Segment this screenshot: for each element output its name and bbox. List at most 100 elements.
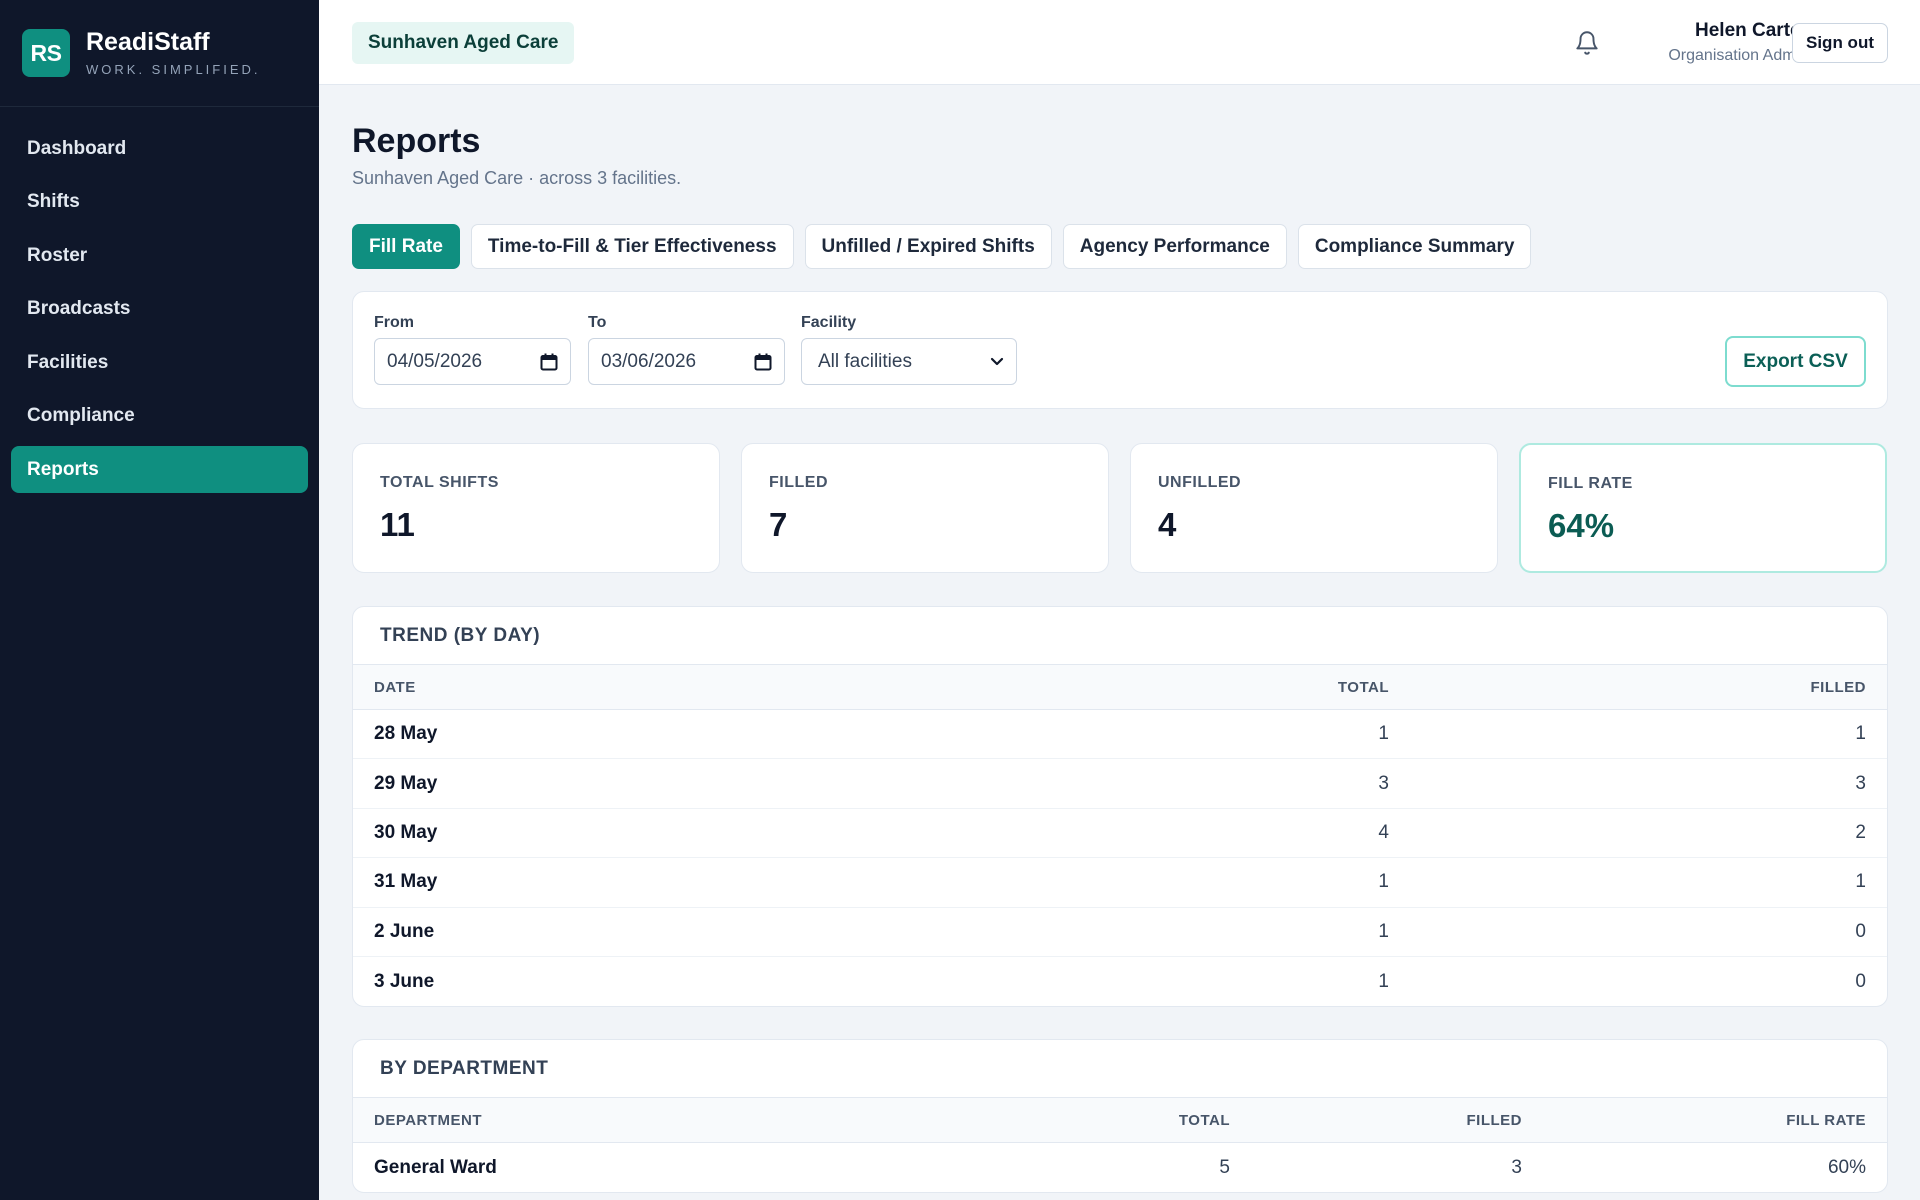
table-row: 31 May 1 1 — [353, 858, 1887, 908]
sidebar-item-roster[interactable]: Roster — [11, 232, 308, 279]
export-csv-button[interactable]: Export CSV — [1725, 336, 1866, 387]
stat-card-filled: FILLED 7 — [741, 443, 1109, 573]
cell-date: 29 May — [374, 772, 438, 794]
column-header-total[interactable]: TOTAL — [889, 679, 1389, 696]
sidebar-item-facilities[interactable]: Facilities — [11, 339, 308, 386]
sidebar-item-reports[interactable]: Reports — [11, 446, 308, 493]
cell-date: 30 May — [374, 821, 438, 843]
table-row: 2 June 1 0 — [353, 908, 1887, 957]
cell-date: 2 June — [374, 920, 435, 942]
tab-compliance-summary[interactable]: Compliance Summary — [1297, 224, 1532, 269]
chevron-down-icon — [990, 357, 1004, 365]
facility-label: Facility — [801, 314, 857, 331]
trend-table-card: TREND (BY DAY) DATE TOTAL FILLED 28 May … — [352, 606, 1888, 1008]
cell-filled: 3 — [1511, 1156, 1522, 1178]
calendar-icon[interactable] — [540, 353, 558, 371]
cell-filled: 0 — [1855, 970, 1866, 992]
stat-value: 64% — [1548, 507, 1615, 544]
cell-filled: 2 — [1855, 821, 1866, 843]
cell-filled: 1 — [1855, 871, 1866, 893]
sidebar: RS ReadiStaff WORK. SIMPLIFIED. Dashboar… — [0, 0, 319, 1200]
user-info: Helen Carter Organisation Admin — [1668, 20, 1808, 65]
page-subtitle: Sunhaven Aged Care · across 3 facilities… — [352, 168, 682, 188]
sidebar-item-broadcasts[interactable]: Broadcasts — [11, 286, 308, 333]
calendar-icon[interactable] — [754, 353, 772, 371]
tab-fill-rate[interactable]: Fill Rate — [352, 224, 460, 269]
stat-label: UNFILLED — [1158, 474, 1242, 491]
cell-total: 1 — [1378, 920, 1389, 942]
brand-name: ReadiStaff — [86, 28, 210, 57]
facility-field: Facility All facilities — [801, 314, 1017, 385]
table-row: 28 May 1 1 — [353, 710, 1887, 760]
to-label: To — [588, 314, 607, 331]
sidebar-item-shifts[interactable]: Shifts — [11, 179, 308, 226]
brand-tagline: WORK. SIMPLIFIED. — [86, 61, 261, 77]
cell-total: 1 — [1378, 723, 1389, 745]
column-header-date[interactable]: DATE — [353, 679, 889, 696]
from-label: From — [374, 314, 414, 331]
user-role: Organisation Admin — [1668, 47, 1808, 64]
stats-row: TOTAL SHIFTS 11 FILLED 7 UNFILLED 4 FILL… — [352, 443, 1887, 573]
brand-logo[interactable]: RS — [22, 29, 70, 77]
sidebar-item-dashboard[interactable]: Dashboard — [11, 125, 308, 172]
report-tabs: Fill Rate Time-to-Fill & Tier Effectiven… — [352, 224, 1532, 269]
filter-panel: From 04/05/2026 To 03/06/2026 Facility A… — [352, 291, 1888, 409]
stat-value: 4 — [1158, 506, 1177, 543]
cell-total: 1 — [1378, 970, 1389, 992]
column-header-filled[interactable]: FILLED — [1389, 679, 1887, 696]
column-header-fill-rate[interactable]: FILL RATE — [1522, 1112, 1887, 1129]
stat-card-fill-rate: FILL RATE 64% — [1519, 443, 1887, 573]
column-header-filled[interactable]: FILLED — [1230, 1112, 1522, 1129]
tab-agency-performance[interactable]: Agency Performance — [1062, 224, 1287, 269]
to-field: To 03/06/2026 — [588, 314, 785, 385]
page-title: Reports — [352, 122, 481, 160]
cell-date: 3 June — [374, 970, 435, 992]
cell-department: General Ward — [374, 1156, 497, 1178]
organisation-badge[interactable]: Sunhaven Aged Care — [352, 22, 575, 64]
table-row: 29 May 3 3 — [353, 759, 1887, 809]
brand: RS ReadiStaff WORK. SIMPLIFIED. — [0, 0, 319, 107]
table-row: 30 May 4 2 — [353, 809, 1887, 859]
cell-total: 5 — [1219, 1156, 1230, 1178]
cell-total: 4 — [1378, 821, 1389, 843]
cell-fill-rate: 60% — [1827, 1156, 1866, 1178]
stat-label: TOTAL SHIFTS — [380, 474, 499, 491]
department-table-header: DEPARTMENT TOTAL FILLED FILL RATE — [353, 1098, 1887, 1143]
to-date-value: 03/06/2026 — [601, 350, 697, 372]
department-title: BY DEPARTMENT — [353, 1040, 1887, 1098]
column-header-department[interactable]: DEPARTMENT — [353, 1112, 930, 1129]
from-date-value: 04/05/2026 — [387, 350, 483, 372]
trend-title: TREND (BY DAY) — [353, 607, 1887, 665]
sidebar-nav: Dashboard Shifts Roster Broadcasts Facil… — [0, 107, 319, 493]
tab-unfilled-expired[interactable]: Unfilled / Expired Shifts — [804, 224, 1052, 269]
from-field: From 04/05/2026 — [374, 314, 571, 385]
cell-filled: 0 — [1855, 920, 1866, 942]
sign-out-button[interactable]: Sign out — [1792, 23, 1888, 63]
department-table-card: BY DEPARTMENT DEPARTMENT TOTAL FILLED FI… — [352, 1039, 1888, 1194]
from-date-input[interactable]: 04/05/2026 — [374, 338, 571, 385]
top-header: Sunhaven Aged Care Helen Carter Organisa… — [319, 0, 1920, 85]
cell-filled: 3 — [1855, 772, 1866, 794]
stat-card-unfilled: UNFILLED 4 — [1130, 443, 1498, 573]
cell-total: 1 — [1378, 871, 1389, 893]
bell-icon[interactable] — [1574, 29, 1600, 57]
department-table-body: General Ward 5 3 60% — [353, 1143, 1887, 1192]
stat-label: FILLED — [769, 474, 828, 491]
cell-filled: 1 — [1855, 723, 1866, 745]
table-row: 3 June 1 0 — [353, 957, 1887, 1006]
stat-value: 11 — [380, 506, 415, 543]
trend-table-header: DATE TOTAL FILLED — [353, 665, 1887, 710]
column-header-total[interactable]: TOTAL — [930, 1112, 1230, 1129]
table-row: General Ward 5 3 60% — [353, 1143, 1887, 1192]
tab-time-to-fill[interactable]: Time-to-Fill & Tier Effectiveness — [470, 224, 794, 269]
brand-text: ReadiStaff WORK. SIMPLIFIED. — [86, 29, 261, 77]
cell-total: 3 — [1378, 772, 1389, 794]
stat-value: 7 — [769, 506, 788, 543]
sidebar-item-compliance[interactable]: Compliance — [11, 393, 308, 440]
facility-select[interactable]: All facilities — [801, 338, 1017, 385]
cell-date: 31 May — [374, 871, 438, 893]
facility-select-value: All facilities — [818, 350, 912, 372]
cell-date: 28 May — [374, 723, 438, 745]
to-date-input[interactable]: 03/06/2026 — [588, 338, 785, 385]
user-name: Helen Carter — [1695, 20, 1808, 41]
